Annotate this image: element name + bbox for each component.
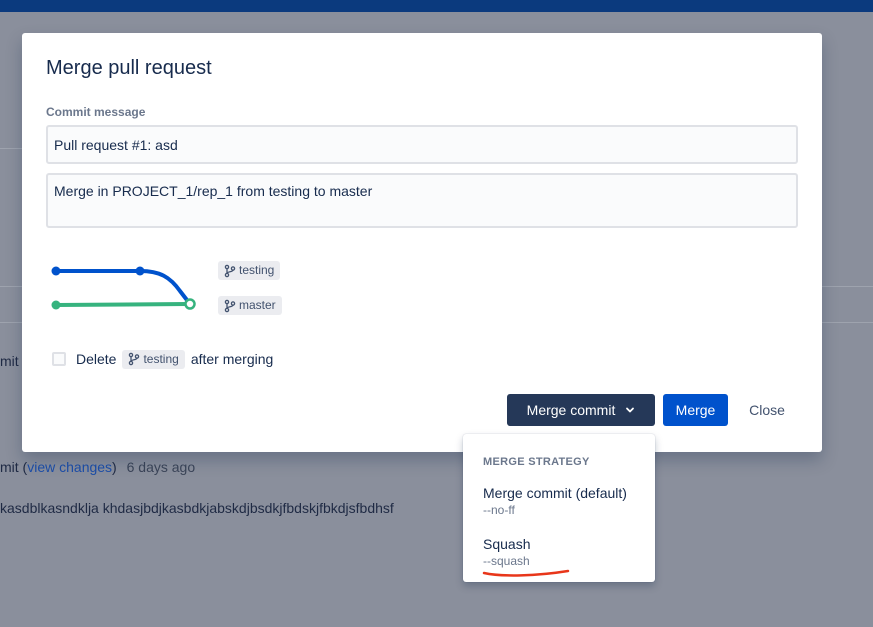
background-commit-suffix: ) (112, 459, 117, 475)
branch-icon (224, 264, 236, 278)
merge-strategy-button[interactable]: Merge commit (507, 394, 655, 426)
merge-strategy-dropdown: MERGE STRATEGY Merge commit (default) --… (463, 434, 655, 582)
strategy-option-merge-commit[interactable]: Merge commit (default) --no-ff (483, 485, 643, 517)
delete-label-suffix: after merging (191, 351, 273, 367)
background-commit-row: mit (view changes) 6 days ago (0, 459, 195, 475)
target-branch-name: master (239, 298, 276, 312)
background-commit-time: 6 days ago (127, 459, 196, 475)
branch-graph (50, 259, 200, 319)
strategy-option-name: Merge commit (default) (483, 485, 643, 501)
delete-branch-option[interactable]: Delete testing after merging (52, 349, 273, 369)
source-commit-dot (52, 267, 61, 276)
commit-message-label: Commit message (46, 105, 145, 119)
strategy-option-squash[interactable]: Squash --squash (483, 536, 643, 568)
strategy-option-name: Squash (483, 536, 643, 552)
target-branch-line (56, 304, 188, 305)
branch-icon (128, 352, 140, 366)
commit-summary-input[interactable] (46, 125, 798, 164)
delete-branch-name: testing (143, 352, 178, 366)
view-changes-link[interactable]: view changes (27, 459, 112, 475)
background-commit-text: mit (0, 353, 19, 369)
background-commit-message: kasdblkasndklja khdasjbdjkasbdkjabskdjbs… (0, 500, 394, 516)
dropdown-heading: MERGE STRATEGY (483, 456, 590, 468)
merge-point-dot (186, 300, 195, 309)
source-commit-dot (136, 267, 145, 276)
dialog-title: Merge pull request (46, 57, 212, 80)
delete-branch-lozenge: testing (122, 350, 184, 369)
red-annotation-underline (482, 566, 574, 580)
close-button[interactable]: Close (738, 394, 796, 426)
branch-icon (224, 299, 236, 313)
delete-branch-checkbox[interactable] (52, 352, 66, 366)
commit-description-textarea[interactable]: Merge in PROJECT_1/rep_1 from testing to… (46, 173, 798, 228)
merge-strategy-label: Merge commit (527, 402, 616, 418)
delete-label-prefix: Delete (76, 351, 116, 367)
top-navigation-bar (0, 0, 873, 12)
strategy-option-flag: --no-ff (483, 503, 643, 517)
source-branch-line (56, 271, 190, 304)
merge-pull-request-dialog: Merge pull request Commit message Merge … (22, 33, 822, 452)
source-branch-lozenge: testing (218, 261, 280, 280)
background-commit-prefix: mit ( (0, 459, 27, 475)
target-commit-dot (52, 301, 61, 310)
background-divider (0, 148, 22, 149)
target-branch-lozenge: master (218, 296, 282, 315)
chevron-down-icon (625, 405, 635, 415)
merge-button[interactable]: Merge (663, 394, 728, 426)
source-branch-name: testing (239, 263, 274, 277)
